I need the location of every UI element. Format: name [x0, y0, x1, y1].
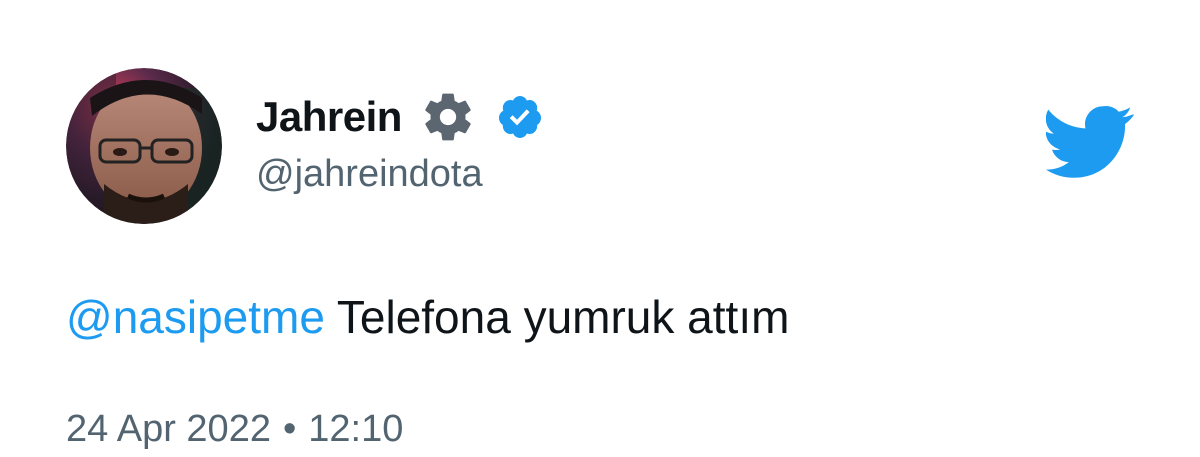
tweet-timestamp[interactable]: 24 Apr 2022 • 12:10 [66, 408, 403, 451]
author-name-row: Jahrein [256, 92, 544, 142]
tweet-body: Telefona yumruk attım [336, 291, 790, 343]
avatar[interactable] [66, 68, 222, 224]
mention-link[interactable]: @nasipetme [66, 291, 325, 343]
twitter-bird-icon[interactable] [1045, 106, 1135, 183]
author-handle[interactable]: @jahreindota [256, 153, 483, 196]
tweet-text: @nasipetme Telefona yumruk attım [66, 290, 789, 344]
timestamp-separator: • [282, 408, 297, 450]
gear-icon [420, 89, 476, 145]
avatar-photo [66, 68, 222, 224]
tweet-time: 12:10 [308, 408, 404, 450]
author-display-name[interactable]: Jahrein [256, 93, 402, 141]
tweet-date: 24 Apr 2022 [66, 408, 271, 450]
verified-badge-icon [496, 93, 544, 141]
tweet-card: Jahrein @jahreindota @nasipetme Telefona… [0, 0, 1200, 457]
